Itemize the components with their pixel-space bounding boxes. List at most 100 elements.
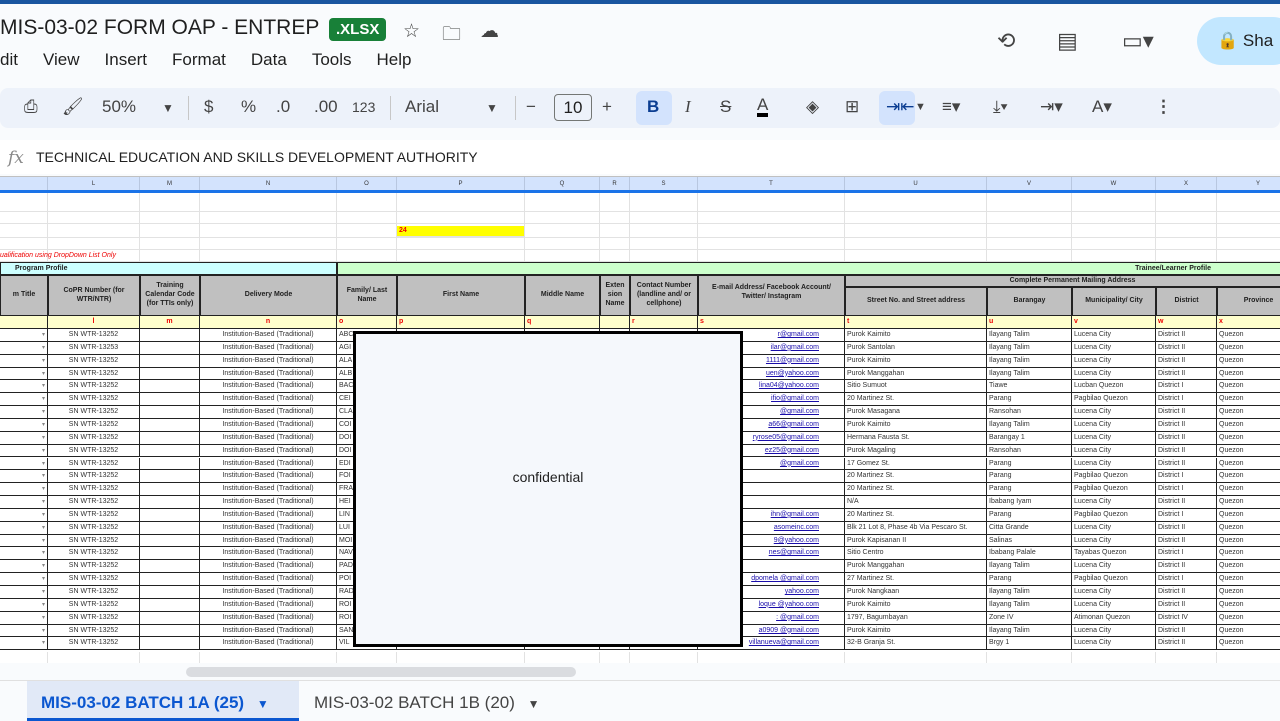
empty-cell[interactable] xyxy=(337,652,397,663)
delivery-mode[interactable]: Institution-Based (Traditional) xyxy=(200,624,337,638)
instruction-note[interactable]: ualification using DropDown List Only xyxy=(0,250,140,262)
district[interactable]: District II xyxy=(1156,457,1217,471)
column-header[interactable]: M xyxy=(140,177,200,191)
trainee-profile-band[interactable]: Trainee/Learner Profile xyxy=(337,262,1280,275)
street-address[interactable]: Purok Nangkaan xyxy=(845,586,987,599)
copr-number[interactable]: SN WTR-13252 xyxy=(48,624,140,638)
empty-cell[interactable] xyxy=(397,238,525,250)
field-letter[interactable]: q xyxy=(525,316,600,329)
district[interactable]: District I xyxy=(1156,380,1217,394)
empty-cell[interactable] xyxy=(698,238,845,250)
menu-tools[interactable]: Tools xyxy=(312,50,352,70)
street-address[interactable]: Blk 21 Lot 8, Phase 4b Via Pescaro St. xyxy=(845,521,987,535)
empty-cell[interactable] xyxy=(1217,652,1280,663)
qualification-dropdown[interactable]: ▾ xyxy=(0,521,48,535)
delivery-mode[interactable]: Institution-Based (Traditional) xyxy=(200,496,337,509)
empty-cell[interactable] xyxy=(630,238,698,250)
empty-cell[interactable] xyxy=(200,193,337,212)
empty-cell[interactable] xyxy=(48,193,140,212)
street-address[interactable]: 20 Martinez St. xyxy=(845,393,987,407)
empty-cell[interactable] xyxy=(48,224,140,238)
municipality[interactable]: Lucena City xyxy=(1072,406,1156,419)
street-address[interactable]: Purok Kapisanan II xyxy=(845,534,987,548)
barangay[interactable]: Ransohan xyxy=(987,406,1072,419)
empty-cell[interactable] xyxy=(698,224,845,238)
empty-cell[interactable] xyxy=(337,250,397,262)
column-header[interactable]: R xyxy=(600,177,630,191)
field-letter[interactable]: o xyxy=(337,316,397,329)
street-address[interactable]: 17 Gomez St. xyxy=(845,457,987,471)
empty-cell[interactable] xyxy=(0,652,48,663)
district[interactable]: District II xyxy=(1156,406,1217,419)
formula-input[interactable]: TECHNICAL EDUCATION AND SKILLS DEVELOPME… xyxy=(36,149,478,165)
calendar-code[interactable] xyxy=(140,470,200,484)
calendar-code[interactable] xyxy=(140,611,200,625)
program-profile-band[interactable]: Program Profile xyxy=(0,262,337,275)
qualification-dropdown[interactable]: ▾ xyxy=(0,598,48,612)
text-wrap-icon[interactable]: ⇥▾ xyxy=(1040,97,1063,117)
move-folder-icon[interactable]: 🗀 xyxy=(442,20,461,52)
street-address[interactable]: Purok Kaimito xyxy=(845,329,987,342)
delivery-mode[interactable]: Institution-Based (Traditional) xyxy=(200,560,337,574)
version-history-icon[interactable]: ⟲ xyxy=(997,28,1015,54)
zoom-chevron-icon[interactable]: ▼ xyxy=(162,101,174,115)
empty-cell[interactable] xyxy=(525,212,600,224)
empty-cell[interactable] xyxy=(397,193,525,212)
municipality[interactable]: Lucena City xyxy=(1072,496,1156,509)
field-letter[interactable]: t xyxy=(845,316,987,329)
column-title[interactable]: E-mail Address/ Facebook Account/ Twitte… xyxy=(698,275,845,316)
municipality[interactable]: Lucena City xyxy=(1072,534,1156,548)
empty-cell[interactable] xyxy=(987,250,1072,262)
empty-cell[interactable] xyxy=(600,193,630,212)
empty-cell[interactable] xyxy=(1156,652,1217,663)
barangay[interactable]: Ibabang Iyam xyxy=(987,496,1072,509)
copr-number[interactable]: SN WTR-13252 xyxy=(48,418,140,432)
barangay[interactable]: Ilayang Talim xyxy=(987,367,1072,381)
horizontal-scrollbar[interactable] xyxy=(186,667,576,677)
column-title[interactable]: Province xyxy=(1217,287,1280,316)
percent-button[interactable]: % xyxy=(241,97,256,117)
empty-cell[interactable] xyxy=(1072,212,1156,224)
municipality[interactable]: Pagbilao Quezon xyxy=(1072,393,1156,407)
font-chevron-icon[interactable]: ▼ xyxy=(486,101,498,115)
province[interactable]: Quezon xyxy=(1217,547,1280,561)
tab-batch-1a[interactable]: MIS-03-02 BATCH 1A (25) ▼ xyxy=(27,681,299,721)
municipality[interactable]: Lucena City xyxy=(1072,521,1156,535)
copr-number[interactable]: SN WTR-13252 xyxy=(48,483,140,497)
empty-cell[interactable] xyxy=(1156,250,1217,262)
barangay[interactable]: Parang xyxy=(987,483,1072,497)
province[interactable]: Quezon xyxy=(1217,612,1280,625)
column-header[interactable]: S xyxy=(630,177,698,191)
meet-icon[interactable]: ▭▾ xyxy=(1122,28,1154,54)
street-address[interactable]: N/A xyxy=(845,496,987,509)
empty-cell[interactable] xyxy=(397,212,525,224)
municipality[interactable]: Lucena City xyxy=(1072,624,1156,638)
empty-cell[interactable] xyxy=(525,250,600,262)
province[interactable]: Quezon xyxy=(1217,342,1280,355)
column-title[interactable]: Exten sion Name xyxy=(600,275,630,316)
document-title[interactable]: MIS-03-02 FORM OAP - ENTREP xyxy=(0,16,319,40)
qualification-dropdown[interactable]: ▾ xyxy=(0,573,48,586)
delivery-mode[interactable]: Institution-Based (Traditional) xyxy=(200,341,337,355)
province[interactable]: Quezon xyxy=(1217,432,1280,445)
empty-cell[interactable] xyxy=(1217,212,1280,224)
municipality[interactable]: Lucena City xyxy=(1072,418,1156,432)
calendar-code[interactable] xyxy=(140,521,200,535)
address-group-header[interactable]: Complete Permanent Mailing Address xyxy=(845,275,1280,287)
municipality[interactable]: Lucena City xyxy=(1072,586,1156,599)
barangay[interactable]: Ransohan xyxy=(987,444,1072,458)
copr-number[interactable]: SN WTR-13252 xyxy=(48,393,140,407)
currency-button[interactable]: $ xyxy=(204,97,213,117)
municipality[interactable]: Lucena City xyxy=(1072,598,1156,612)
copr-number[interactable]: SN WTR-13252 xyxy=(48,560,140,574)
menu-format[interactable]: Format xyxy=(172,50,226,70)
street-address[interactable]: Sitio Sumuot xyxy=(845,380,987,394)
province[interactable]: Quezon xyxy=(1217,329,1280,342)
barangay[interactable]: Tiawe xyxy=(987,380,1072,394)
district[interactable]: District II xyxy=(1156,637,1217,651)
merge-chevron-icon[interactable]: ▼ xyxy=(915,101,926,113)
empty-cell[interactable] xyxy=(140,193,200,212)
district[interactable]: District II xyxy=(1156,521,1217,535)
municipality[interactable]: Tayabas Quezon xyxy=(1072,547,1156,561)
province[interactable]: Quezon xyxy=(1217,483,1280,497)
